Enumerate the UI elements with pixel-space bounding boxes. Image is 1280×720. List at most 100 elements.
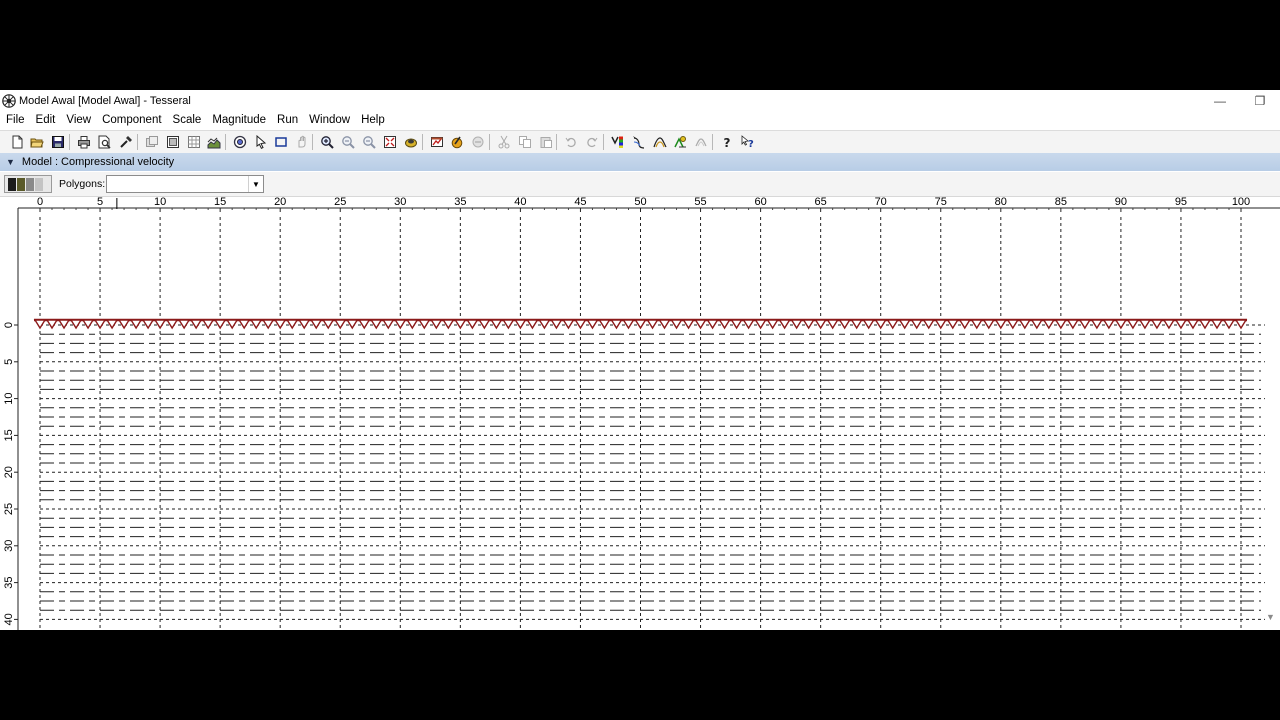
model-canvas[interactable]: 0 5 10 15 20 25 30 35 40 45 50 55 60 65 70 75 80 85 90 95 10…: [0, 196, 1280, 630]
zoom-in-button[interactable]: [318, 133, 336, 151]
fit-view-button[interactable]: [381, 133, 399, 151]
dropdown-arrow-icon[interactable]: ▼: [248, 176, 263, 192]
rectangle-select-icon: [275, 137, 287, 147]
receiver-marker: [766, 319, 779, 330]
receiver-marker: [237, 319, 251, 330]
pick-tool-button[interactable]: [117, 133, 135, 151]
new-icon: [12, 135, 23, 149]
minimize-button[interactable]: —: [1200, 90, 1240, 111]
menu-scale[interactable]: Scale: [167, 111, 207, 129]
y-tick-label: 10: [3, 392, 15, 404]
y-tick-label: 40: [3, 613, 15, 625]
select-arrow-button[interactable]: [252, 133, 270, 151]
scroll-down-arrow-icon[interactable]: ▼: [1266, 612, 1275, 622]
receiver-marker: [934, 319, 948, 330]
receiver-marker: [1054, 319, 1068, 330]
receiver-marker: [658, 319, 671, 330]
menu-file[interactable]: File: [0, 111, 30, 129]
receiver-marker: [706, 319, 719, 330]
run-simulation-icon: [674, 136, 686, 148]
receiver-marker: [177, 319, 191, 330]
x-tick-label: 55: [694, 197, 706, 208]
gold-coin-icon: [405, 138, 417, 148]
collapse-arrow-icon[interactable]: ▼: [6, 157, 15, 167]
receiver-marker: [742, 319, 755, 330]
toolbar-separator: [312, 134, 313, 150]
menu-window[interactable]: Window: [303, 111, 355, 129]
receiver-marker: [826, 319, 839, 330]
fit-view-icon: [384, 136, 396, 148]
receiver-marker: [261, 319, 275, 330]
polygons-dropdown[interactable]: ▼: [106, 175, 264, 193]
polygon-control-row: Polygons: ▼: [0, 172, 1280, 197]
context-help-icon: ?: [741, 135, 754, 149]
receiver-marker: [694, 319, 707, 330]
menu-view[interactable]: View: [60, 111, 96, 129]
save-button[interactable]: [49, 133, 67, 151]
ray-trace-button[interactable]: [630, 133, 648, 151]
print-button[interactable]: [75, 133, 93, 151]
frame-icon: [167, 136, 179, 148]
receiver-marker: [514, 319, 527, 330]
menu-component[interactable]: Component: [96, 111, 166, 129]
menu-run[interactable]: Run: [271, 111, 303, 129]
print-preview-button[interactable]: [95, 133, 113, 151]
receiver-marker: [778, 319, 791, 330]
help-icon: ?: [724, 136, 731, 149]
receiver-marker: [982, 319, 996, 330]
receiver-marker: [249, 319, 263, 330]
gold-coin-button[interactable]: [402, 133, 420, 151]
main-toolbar: ??: [0, 130, 1280, 154]
new-button[interactable]: [8, 133, 26, 151]
zoom-reset-button[interactable]: [360, 133, 378, 151]
palette-button[interactable]: [609, 133, 627, 151]
color-swatches-button[interactable]: [4, 175, 52, 193]
velocity-tool-button[interactable]: [448, 133, 466, 151]
color-swatch-2: [17, 177, 25, 191]
model-properties-button[interactable]: [428, 133, 446, 151]
help-button[interactable]: ?: [718, 133, 736, 151]
maximize-button[interactable]: ❐: [1240, 90, 1280, 111]
receiver-marker: [1066, 319, 1080, 330]
x-tick-label: 65: [815, 197, 827, 208]
x-tick-label: 10: [154, 197, 166, 208]
x-tick-label: 25: [334, 197, 346, 208]
color-swatch-3: [26, 177, 34, 191]
tesseral-app-icon[interactable]: [2, 93, 16, 108]
wave-modeling-button[interactable]: [651, 133, 669, 151]
receiver-marker: [165, 319, 179, 330]
receiver-marker: [598, 319, 611, 330]
target-zoom-button[interactable]: [231, 133, 249, 151]
receiver-marker: [838, 319, 851, 330]
layers-icon: [207, 137, 221, 149]
frame-button[interactable]: [164, 133, 182, 151]
receiver-marker: [57, 319, 71, 330]
grid-button[interactable]: [185, 133, 203, 151]
open-folder-button[interactable]: [28, 133, 46, 151]
paste-icon: [540, 137, 552, 148]
receiver-marker: [538, 319, 551, 330]
copy-icon: [519, 136, 531, 148]
layers-button[interactable]: [205, 133, 223, 151]
menu-edit[interactable]: Edit: [30, 111, 61, 129]
model-grid-view[interactable]: 0 5 10 15 20 25 30 35 40 45 50 55 60 65 70 75 80 85 90 95 10…: [0, 196, 1280, 630]
y-tick-label: 5: [3, 359, 15, 365]
run-simulation-button[interactable]: [671, 133, 689, 151]
menu-magnitude[interactable]: Magnitude: [206, 111, 271, 129]
menu-help[interactable]: Help: [355, 111, 390, 129]
receiver-marker: [273, 319, 287, 330]
rectangle-select-button[interactable]: [272, 133, 290, 151]
receiver-marker: [1186, 319, 1200, 330]
menu-bar: File Edit View Component Scale Magnitude…: [0, 111, 1280, 129]
zoom-out-button[interactable]: [339, 133, 357, 151]
toolbar-separator: [137, 134, 138, 150]
wave-modeling-icon: [653, 137, 667, 148]
x-tick-label: 80: [995, 197, 1007, 208]
receiver-marker: [117, 319, 131, 330]
target-zoom-icon: [233, 135, 247, 149]
cut-button: [495, 133, 513, 151]
grid-icon: [188, 136, 200, 148]
receiver-marker: [33, 319, 47, 330]
context-help-button[interactable]: ?: [739, 133, 757, 151]
x-tick-label: 75: [935, 197, 947, 208]
